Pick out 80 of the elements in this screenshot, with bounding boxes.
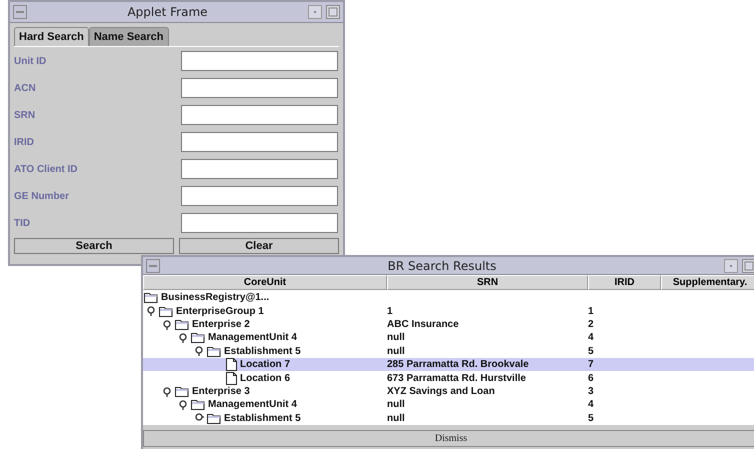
clear-button[interactable]: Clear (179, 238, 339, 254)
table-cell-text: null (387, 346, 406, 357)
table-cell-text: null (387, 412, 406, 424)
table-cell-text: 1 (387, 306, 394, 317)
field-label: Unit ID (14, 56, 46, 66)
table-cell-text: 673 Parramatta Rd. Hurstville (387, 372, 527, 384)
tree-node-label: Location 6 (240, 372, 290, 384)
table-cell-text: 1 (588, 306, 595, 317)
tree-row[interactable]: Establishment 5 null 5 (143, 344, 754, 358)
table-cell-text: 5 (588, 346, 595, 357)
table-cell-text: 4 (588, 332, 595, 344)
tab[interactable]: Name Search (88, 27, 169, 46)
input-field[interactable] (181, 78, 338, 98)
folder-icon (191, 399, 205, 410)
input-field[interactable] (181, 51, 338, 71)
dismiss-button[interactable]: Dismiss (143, 430, 754, 447)
table-cell-text: 4 (588, 399, 595, 410)
folder-icon (159, 306, 173, 317)
tree-node-label: EnterpriseGroup 1 (176, 306, 264, 317)
expanded-handle-icon[interactable] (162, 386, 172, 397)
tree-node-label: Enterprise 2 (192, 319, 250, 330)
tree-node-label: Enterprise 3 (192, 386, 250, 398)
input-field[interactable] (181, 186, 338, 206)
field-label: GE Number (14, 190, 70, 202)
table-cell-text: 7 (588, 359, 595, 370)
window-title: Applet Frame (126, 5, 209, 19)
table-cell-text: 2 (588, 319, 595, 330)
tree-row[interactable]: ManagementUnit 4 null 4 (143, 331, 754, 345)
tree-row[interactable]: BusinessRegistry@1... (143, 291, 754, 304)
tree-node-label: Establishment 5 (224, 346, 301, 357)
table-cell-text: 5 (588, 412, 595, 424)
collapsed-handle-icon[interactable] (194, 413, 204, 424)
table-cell-text: ABC Insurance (387, 319, 460, 330)
tree-node-label: BusinessRegistry@1... (161, 292, 270, 304)
input-field[interactable] (181, 213, 338, 233)
tree-row[interactable]: Enterprise 2 ABC Insurance 2 (143, 318, 754, 332)
expanded-handle-icon[interactable] (162, 320, 172, 330)
input-field[interactable] (181, 132, 338, 152)
table-cell-text: null (387, 399, 406, 410)
table-cell-text: null (387, 332, 406, 344)
maximize-icon[interactable] (742, 258, 754, 273)
tree-node-label: ManagementUnit 4 (208, 399, 297, 410)
tree-row[interactable]: EnterpriseGroup 1 1 1 (143, 304, 754, 318)
tree-node-label: Location 7 (240, 359, 290, 370)
tree-node-label: Establishment 5 (224, 412, 301, 424)
tree-row[interactable]: ManagementUnit 4 null 4 (143, 398, 754, 412)
document-icon (226, 358, 237, 372)
expanded-handle-icon[interactable] (178, 400, 188, 410)
field-label: ACN (14, 82, 36, 94)
column-header[interactable]: SRN (387, 275, 588, 290)
folder-icon (207, 346, 221, 357)
field-label: ATO Client ID (14, 164, 78, 174)
tab[interactable]: Hard Search (14, 27, 89, 46)
expanded-handle-icon[interactable] (146, 306, 156, 316)
search-button[interactable]: Search (14, 238, 174, 254)
table-cell-text: 6 (588, 372, 595, 384)
folder-icon (175, 319, 189, 330)
tree-row[interactable]: Location 6 673 Parramatta Rd. Hurstville 6 (143, 371, 754, 385)
expanded-handle-icon[interactable] (194, 346, 204, 356)
tree-row[interactable]: Enterprise 3 XYZ Savings and Loan 3 (143, 384, 754, 398)
document-icon (226, 372, 237, 385)
tree-row[interactable]: Establishment 5 null 5 (143, 412, 754, 425)
window-title: BR Search Results (386, 258, 498, 273)
input-field[interactable] (181, 159, 338, 179)
field-label: IRID (14, 136, 34, 148)
selected-tree-row[interactable]: Location 7 285 Parramatta Rd. Brookvale 7 (143, 358, 754, 372)
column-header[interactable]: IRID (588, 275, 661, 290)
field-label: TID (14, 218, 30, 228)
tree-node-label: ManagementUnit 4 (208, 332, 297, 344)
table-cell-text: 285 Parramatta Rd. Brookvale (387, 359, 530, 370)
folder-icon (191, 332, 205, 344)
expanded-handle-icon[interactable] (178, 332, 188, 343)
table-cell-text: 3 (588, 386, 595, 398)
folder-icon (175, 386, 189, 398)
table-cell-text: XYZ Savings and Loan (387, 386, 496, 398)
field-label: SRN (14, 110, 36, 120)
column-header[interactable]: Supplementary. (661, 275, 754, 290)
input-field[interactable] (181, 105, 338, 125)
maximize-icon[interactable] (326, 5, 340, 19)
column-header[interactable]: CoreUnit (143, 275, 387, 290)
